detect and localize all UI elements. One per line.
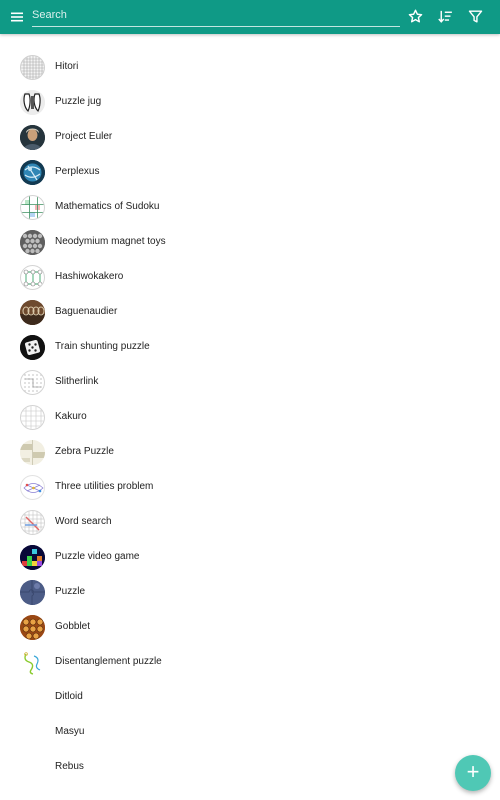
- puzzle-list-screen: Hitori Puzzle jug: [0, 0, 500, 800]
- list-item[interactable]: Gobblet: [0, 610, 500, 645]
- rings-thumbnail: [20, 300, 45, 325]
- item-label: Hashiwokakero: [55, 271, 124, 282]
- list-item[interactable]: Disentanglement puzzle: [0, 645, 500, 680]
- list-item[interactable]: Hashiwokakero: [0, 260, 500, 295]
- item-label: Puzzle: [55, 586, 86, 597]
- sphere-thumbnail: [20, 160, 45, 185]
- jug-thumbnail: [20, 90, 45, 115]
- list-item[interactable]: Baguenaudier: [0, 295, 500, 330]
- jigsaw-thumbnail: [20, 580, 45, 605]
- portrait-thumbnail: [20, 125, 45, 150]
- zebra-thumbnail: [20, 440, 45, 465]
- list-item[interactable]: Mathematics of Sudoku: [0, 190, 500, 225]
- star-outline-icon[interactable]: [407, 8, 424, 25]
- item-label: Puzzle video game: [55, 551, 140, 562]
- list-item[interactable]: Word search: [0, 505, 500, 540]
- graph-thumbnail: [20, 475, 45, 500]
- list-item[interactable]: Rebus: [0, 750, 500, 785]
- list-item[interactable]: Masyu: [0, 715, 500, 750]
- list-item[interactable]: Project Euler: [0, 120, 500, 155]
- item-label: Project Euler: [55, 131, 113, 142]
- item-label: Hitori: [55, 61, 79, 72]
- filter-icon[interactable]: [467, 8, 484, 25]
- sort-icon[interactable]: [437, 8, 454, 25]
- list-item[interactable]: Hitori: [0, 50, 500, 85]
- tetris-thumbnail: [20, 545, 45, 570]
- item-label: Zebra Puzzle: [55, 446, 114, 457]
- item-label: Disentanglement puzzle: [55, 656, 162, 667]
- item-label: Ditloid: [55, 691, 83, 702]
- list-item[interactable]: Puzzle jug: [0, 85, 500, 120]
- item-label: Puzzle jug: [55, 96, 102, 107]
- item-label: Three utilities problem: [55, 481, 154, 492]
- menu-icon[interactable]: [9, 9, 25, 25]
- search-field: [32, 6, 400, 27]
- puzzle-list: Hitori Puzzle jug Project Euler Perplexu…: [0, 50, 500, 785]
- item-label: Slitherlink: [55, 376, 99, 387]
- grid-thumbnail: [20, 55, 45, 80]
- item-label: Rebus: [55, 761, 84, 772]
- magnets-thumbnail: [20, 230, 45, 255]
- bridges-thumbnail: [20, 265, 45, 290]
- grid-light-thumbnail: [20, 405, 45, 430]
- list-item[interactable]: Train shunting puzzle: [0, 330, 500, 365]
- wire-thumbnail: [20, 650, 45, 675]
- list-item[interactable]: Slitherlink: [0, 365, 500, 400]
- gobblet-thumbnail: [20, 615, 45, 640]
- list-item[interactable]: Puzzle video game: [0, 540, 500, 575]
- dice-thumbnail: [20, 335, 45, 360]
- list-item[interactable]: Perplexus: [0, 155, 500, 190]
- dots-thumbnail: [20, 370, 45, 395]
- search-input[interactable]: [32, 6, 400, 24]
- list-item[interactable]: Zebra Puzzle: [0, 435, 500, 470]
- item-label: Baguenaudier: [55, 306, 118, 317]
- list-item[interactable]: Neodymium magnet toys: [0, 225, 500, 260]
- list-item[interactable]: Kakuro: [0, 400, 500, 435]
- item-label: Gobblet: [55, 621, 91, 632]
- item-label: Masyu: [55, 726, 85, 737]
- item-label: Word search: [55, 516, 112, 527]
- list-item[interactable]: Puzzle: [0, 575, 500, 610]
- list-item[interactable]: Three utilities problem: [0, 470, 500, 505]
- add-icon: +: [466, 759, 480, 784]
- add-button[interactable]: +: [455, 755, 491, 791]
- sudoku-thumbnail: [20, 195, 45, 220]
- item-label: Neodymium magnet toys: [55, 236, 166, 247]
- wordsearch-thumbnail: [20, 510, 45, 535]
- item-label: Kakuro: [55, 411, 87, 422]
- list-item[interactable]: Ditloid: [0, 680, 500, 715]
- top-app-bar: [0, 0, 500, 34]
- item-label: Train shunting puzzle: [55, 341, 150, 352]
- item-label: Perplexus: [55, 166, 100, 177]
- item-label: Mathematics of Sudoku: [55, 201, 160, 212]
